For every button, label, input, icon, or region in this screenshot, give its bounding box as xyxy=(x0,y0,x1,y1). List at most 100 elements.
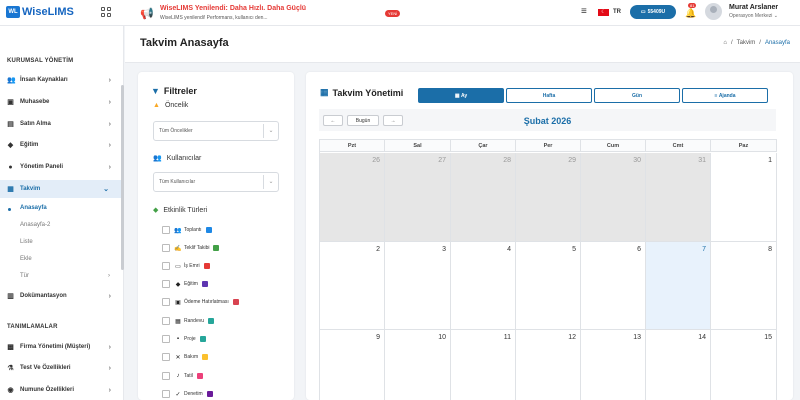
menu-icon[interactable]: ≡ xyxy=(581,6,587,17)
user-role[interactable]: Operasyon Merkezi ⌄ xyxy=(729,13,778,19)
ip-button[interactable]: ▭ 55409U xyxy=(630,5,676,19)
event-type-offer[interactable]: ✍ Teklif Takibi xyxy=(162,244,220,252)
calendar-icon: ▦ xyxy=(454,92,460,99)
checkbox[interactable] xyxy=(162,244,170,252)
priority-select[interactable]: Tüm Öncelikler ⌄ xyxy=(153,121,279,141)
sidebar-sub-type[interactable]: Tür › xyxy=(20,273,110,279)
today-button[interactable]: Bugün xyxy=(347,115,379,126)
day-cell[interactable]: 1 xyxy=(711,153,777,242)
event-type-work-order[interactable]: ▭ İş Emri xyxy=(162,262,210,270)
user-name[interactable]: Murat Arslaner xyxy=(729,4,778,11)
prev-month-button[interactable]: ← xyxy=(323,115,343,126)
day-number: 1 xyxy=(768,157,772,164)
event-type-audit[interactable]: ✓ Denetim xyxy=(162,390,213,398)
sidebar-item-accounting[interactable]: ▣ Muhasebe › xyxy=(0,93,123,111)
day-cell[interactable]: 2 xyxy=(320,242,385,330)
day-cell[interactable]: 29 xyxy=(516,153,581,242)
day-cell[interactable]: 13 xyxy=(581,330,646,400)
event-type-holiday[interactable]: ♪ Tatil xyxy=(162,372,203,380)
sidebar-item-company[interactable]: ▩ Firma Yönetimi (Müşteri) › xyxy=(0,338,123,356)
next-month-button[interactable]: → xyxy=(383,115,403,126)
checkbox[interactable] xyxy=(162,353,170,361)
day-cell[interactable]: 27 xyxy=(385,153,451,242)
view-month-button[interactable]: ▦ Ay xyxy=(418,88,504,103)
day-cell[interactable]: 9 xyxy=(320,330,385,400)
checkbox[interactable] xyxy=(162,262,170,270)
sidebar-sub-add[interactable]: Ekle xyxy=(20,256,32,262)
education-icon: ◆ xyxy=(7,141,14,149)
tag-icon: ◆ xyxy=(153,207,159,214)
day-cell[interactable]: 26 xyxy=(320,153,385,242)
monitor-icon: ▭ xyxy=(640,9,646,15)
checkbox[interactable] xyxy=(162,280,170,288)
day-cell[interactable]: 15 xyxy=(711,330,777,400)
event-type-maintenance[interactable]: ✕ Bakım xyxy=(162,353,209,361)
day-number: 5 xyxy=(572,246,576,253)
event-type-training[interactable]: ◆ Eğitim xyxy=(162,280,208,288)
day-cell[interactable]: 31 xyxy=(646,153,711,242)
language-code[interactable]: TR xyxy=(613,9,621,15)
day-number: 4 xyxy=(507,246,511,253)
checkbox[interactable] xyxy=(162,226,170,234)
view-agenda-button[interactable]: ≡ Ajanda xyxy=(682,88,768,103)
users-select[interactable]: Tüm Kullanıcılar ⌄ xyxy=(153,172,279,192)
event-type-project[interactable]: ▪ Proje xyxy=(162,335,206,343)
checkbox[interactable] xyxy=(162,298,170,306)
sidebar-item-tests[interactable]: ⚗ Test Ve Özellikleri › xyxy=(0,359,123,377)
sidebar-sub-home[interactable]: Anasayfa xyxy=(20,205,47,211)
sidebar-item-calendar[interactable]: ▦ Takvim ⌄ xyxy=(0,180,123,198)
sidebar-item-hr[interactable]: 👥 İnsan Kaynakları › xyxy=(0,71,123,89)
bell-icon[interactable]: 🔔 xyxy=(685,8,696,19)
day-cell[interactable]: 11 xyxy=(451,330,516,400)
checkbox[interactable] xyxy=(162,390,170,398)
event-type-appointment[interactable]: ▦ Randevu xyxy=(162,317,215,325)
day-number: 13 xyxy=(633,334,641,341)
weekday-header: Cum xyxy=(581,139,646,152)
day-cell[interactable]: 30 xyxy=(581,153,646,242)
breadcrumb: ⌂ / Takvim / Anasayfa xyxy=(723,40,790,46)
color-swatch xyxy=(232,299,239,305)
color-swatch xyxy=(202,354,209,360)
day-number: 28 xyxy=(503,157,511,164)
month-grid: Pzt Sal Çar Per Cum Cmt Paz 26 27 28 29 30 31 1 2 3 4 5 6 7… xyxy=(319,139,777,400)
checkbox[interactable] xyxy=(162,317,170,325)
view-week-button[interactable]: Hafta xyxy=(506,88,592,103)
chevron-down-icon: ⌄ xyxy=(773,13,778,19)
briefcase-icon: ▪ xyxy=(176,336,180,342)
event-type-meeting[interactable]: 👥 Toplantı xyxy=(162,226,212,234)
sidebar-item-documentation[interactable]: ▥ Dokümantasyon › xyxy=(0,287,123,305)
home-icon[interactable]: ⌂ xyxy=(723,40,727,46)
day-cell[interactable]: 8 xyxy=(711,242,777,330)
checkbox[interactable] xyxy=(162,335,170,343)
sidebar-item-education[interactable]: ◆ Eğitim › xyxy=(0,136,123,154)
view-day-button[interactable]: Gün xyxy=(594,88,680,103)
sidebar-item-samples[interactable]: ◉ Numune Özellikleri › xyxy=(0,381,123,399)
sidebar-item-dashboard[interactable]: ● Yönetim Paneli › xyxy=(0,158,123,176)
handshake-icon: ✍ xyxy=(174,245,182,252)
sidebar-sub-list[interactable]: Liste xyxy=(20,239,33,245)
apps-grid-icon[interactable] xyxy=(101,7,111,17)
day-cell[interactable]: 3 xyxy=(385,242,451,330)
day-cell[interactable]: 7 xyxy=(646,242,711,330)
graduation-icon: ◆ xyxy=(175,281,181,288)
day-cell[interactable]: 28 xyxy=(451,153,516,242)
umbrella-icon: ♪ xyxy=(176,373,180,379)
event-type-payment[interactable]: ▣ Ödeme Hatırlatması xyxy=(162,298,239,306)
day-cell[interactable]: 10 xyxy=(385,330,451,400)
day-number: 29 xyxy=(568,157,576,164)
day-cell[interactable]: 6 xyxy=(581,242,646,330)
day-number: 26 xyxy=(372,157,380,164)
day-cell[interactable]: 5 xyxy=(516,242,581,330)
day-cell[interactable]: 4 xyxy=(451,242,516,330)
turkey-flag-icon[interactable]: ☾ xyxy=(598,9,609,16)
day-cell[interactable]: 14 xyxy=(646,330,711,400)
avatar[interactable] xyxy=(705,3,722,20)
day-cell[interactable]: 12 xyxy=(516,330,581,400)
cart-icon: ▤ xyxy=(7,120,14,128)
checkbox[interactable] xyxy=(162,372,170,380)
sidebar-sub-home-2[interactable]: Anasayfa-2 xyxy=(20,222,50,228)
sidebar-item-purchasing[interactable]: ▤ Satın Alma › xyxy=(0,115,123,133)
app-logo[interactable]: WL WiseLIMS xyxy=(6,6,74,18)
sidebar-scrollbar[interactable] xyxy=(121,85,124,270)
breadcrumb-calendar[interactable]: Takvim xyxy=(737,40,756,46)
